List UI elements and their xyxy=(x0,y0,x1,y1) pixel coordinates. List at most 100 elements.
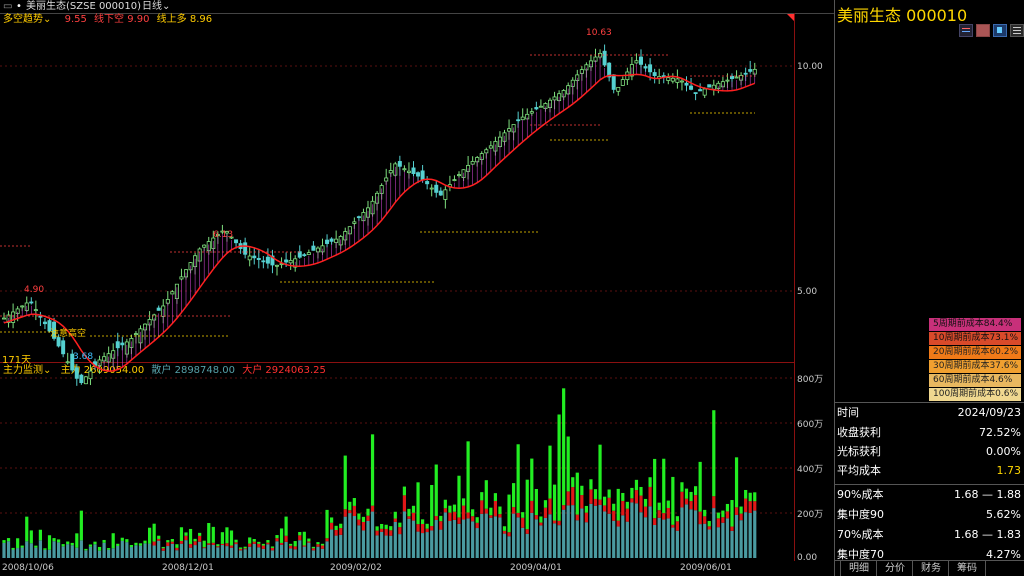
volume-main-bar xyxy=(571,477,575,488)
stock-chart[interactable] xyxy=(0,0,834,576)
volume-retail-bar xyxy=(207,544,211,558)
volume-main-bar xyxy=(202,540,206,548)
candle-body xyxy=(507,128,512,132)
volume-big-bar xyxy=(289,545,293,549)
volume-retail-bar xyxy=(439,529,443,558)
candle-body xyxy=(689,85,694,90)
candle-body xyxy=(29,301,34,304)
volume-big-bar xyxy=(166,542,170,547)
cost-band: 60周期前成本4.6% xyxy=(929,374,1021,387)
volume-main-bar xyxy=(684,488,689,499)
candle-body xyxy=(670,77,675,82)
candle-body xyxy=(520,116,525,121)
volume-big-bar xyxy=(712,496,716,509)
tab-details[interactable]: 明细 xyxy=(840,561,877,576)
volume-retail-bar xyxy=(125,542,129,558)
volume-main-bar xyxy=(225,527,229,544)
volume-main-bar xyxy=(330,517,334,523)
candle-body xyxy=(388,170,393,174)
volume-retail-bar xyxy=(157,540,161,558)
volume-retail-bar xyxy=(648,506,652,558)
volume-retail-bar xyxy=(416,531,420,558)
volume-retail-bar xyxy=(248,546,252,558)
volume-main-bar xyxy=(270,546,275,548)
volume-retail-bar xyxy=(452,519,457,558)
volume-big-bar xyxy=(357,519,361,526)
volume-retail-bar xyxy=(107,549,111,558)
candle-body xyxy=(648,64,653,73)
volume-retail-bar xyxy=(389,535,393,558)
volume-main-bar xyxy=(134,542,138,546)
volume-big-bar xyxy=(220,543,224,546)
volume-retail-bar xyxy=(616,526,620,558)
volume-retail-bar xyxy=(316,546,320,558)
volume-retail-bar xyxy=(47,549,52,558)
volume-big-bar xyxy=(593,498,598,506)
volume-main-bar xyxy=(211,526,215,543)
volume-retail-bar xyxy=(475,528,479,558)
volume-retail-bar xyxy=(430,530,434,558)
price-tick-10: 10.00 xyxy=(797,62,823,72)
volume-main-bar xyxy=(753,492,757,502)
volume-big-bar xyxy=(293,546,297,550)
x-tick: 2008/12/01 xyxy=(162,563,214,573)
volume-retail-bar xyxy=(694,510,698,558)
tab-chips[interactable]: 筹码 xyxy=(948,561,986,576)
candle-body xyxy=(552,96,557,101)
volume-big-bar xyxy=(589,489,593,504)
volume-big-bar xyxy=(707,526,711,530)
candle-body xyxy=(202,244,207,248)
volume-big-bar xyxy=(184,535,188,541)
volume-main-bar xyxy=(216,544,220,547)
volume-main-bar xyxy=(734,457,739,508)
volume-main-bar xyxy=(370,434,375,506)
stat-value: 72.52% xyxy=(979,426,1021,439)
volume-big-bar xyxy=(543,507,548,518)
candle-body xyxy=(42,321,47,325)
volume-main-bar xyxy=(634,479,639,491)
price-tick-5: 5.00 xyxy=(797,287,818,297)
volume-retail-bar xyxy=(657,517,661,558)
volume-retail-bar xyxy=(621,515,625,558)
volume-retail-bar xyxy=(721,522,725,558)
volume-big-bar xyxy=(161,548,165,551)
volume-main-bar xyxy=(639,486,643,496)
volume-big-bar xyxy=(193,541,197,546)
volume-big-bar xyxy=(525,529,529,534)
bar-chart-icon[interactable] xyxy=(959,24,973,37)
volume-big-bar xyxy=(266,542,270,545)
volume-retail-bar xyxy=(507,536,511,558)
volume-big-bar xyxy=(434,516,438,521)
candle-body xyxy=(311,245,316,251)
stat-label: 收盘获利 xyxy=(837,426,881,439)
volume-big-bar xyxy=(207,543,211,545)
volume-main-bar xyxy=(34,545,38,548)
flag-icon[interactable] xyxy=(993,24,1007,37)
volume-main-bar xyxy=(343,455,347,510)
volume-main-bar xyxy=(721,510,725,518)
volume-big-bar xyxy=(457,517,461,524)
candle-body xyxy=(120,342,125,346)
volume-retail-bar xyxy=(134,545,138,558)
candle-body xyxy=(639,56,644,65)
stat-label: 集中度90 xyxy=(837,508,884,521)
volume-big-bar xyxy=(512,507,516,514)
volume-big-bar xyxy=(480,500,484,514)
volume-main-bar xyxy=(580,485,584,496)
volume-main-bar xyxy=(138,543,143,546)
volume-retail-bar xyxy=(70,545,74,558)
tab-price-distribution[interactable]: 分价 xyxy=(876,561,913,576)
candle-body xyxy=(329,238,334,242)
volume-main-bar xyxy=(475,517,479,523)
volume-big-bar xyxy=(530,500,534,513)
volume-main-bar xyxy=(293,541,297,547)
volume-main-bar xyxy=(593,489,598,499)
chip-icon[interactable] xyxy=(976,24,990,37)
stack-icon[interactable] xyxy=(1010,24,1024,37)
volume-retail-bar xyxy=(175,550,179,558)
volume-retail-bar xyxy=(161,550,165,558)
candle-body xyxy=(302,254,307,257)
volume-big-bar xyxy=(275,538,279,542)
volume-main-bar xyxy=(88,544,93,547)
tab-finance[interactable]: 财务 xyxy=(912,561,949,576)
